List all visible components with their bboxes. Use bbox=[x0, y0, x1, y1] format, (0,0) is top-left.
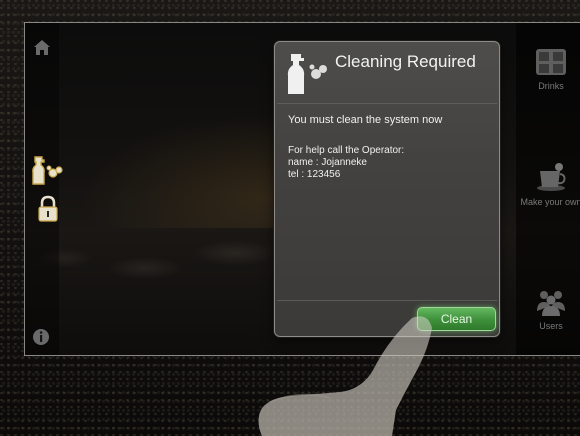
cleaning-spray-icon bbox=[287, 54, 327, 94]
info-icon[interactable] bbox=[31, 327, 51, 347]
operator-tel: tel : 123456 bbox=[288, 169, 341, 180]
drinks-label: Drinks bbox=[538, 81, 564, 91]
operator-name: name : Jojanneke bbox=[288, 157, 367, 168]
help-line: For help call the Operator: bbox=[288, 145, 405, 156]
title-divider bbox=[277, 103, 497, 104]
sidebar-item-make-your-own[interactable]: Make your own bbox=[516, 161, 580, 207]
clean-button[interactable]: Clean bbox=[417, 307, 496, 331]
sidebar-item-drinks[interactable]: Drinks bbox=[516, 47, 580, 91]
operator-help: For help call the Operator: name : Jojan… bbox=[288, 145, 404, 181]
cup-icon bbox=[537, 163, 566, 191]
cleaning-required-dialog: Cleaning Required You must clean the sys… bbox=[274, 41, 500, 337]
make-your-own-label: Make your own bbox=[520, 197, 580, 207]
sidebar-item-users[interactable]: Users bbox=[516, 287, 580, 331]
users-icon bbox=[537, 291, 565, 316]
lock-icon[interactable] bbox=[37, 195, 59, 223]
cleaning-icon[interactable] bbox=[29, 153, 65, 187]
dialog-title: Cleaning Required bbox=[335, 52, 476, 71]
footer-divider bbox=[277, 300, 497, 301]
users-label: Users bbox=[539, 321, 563, 331]
drinks-grid-icon bbox=[536, 49, 566, 75]
left-toolbar bbox=[25, 23, 59, 355]
home-icon[interactable] bbox=[31, 37, 53, 57]
dialog-message: You must clean the system now bbox=[288, 114, 443, 126]
